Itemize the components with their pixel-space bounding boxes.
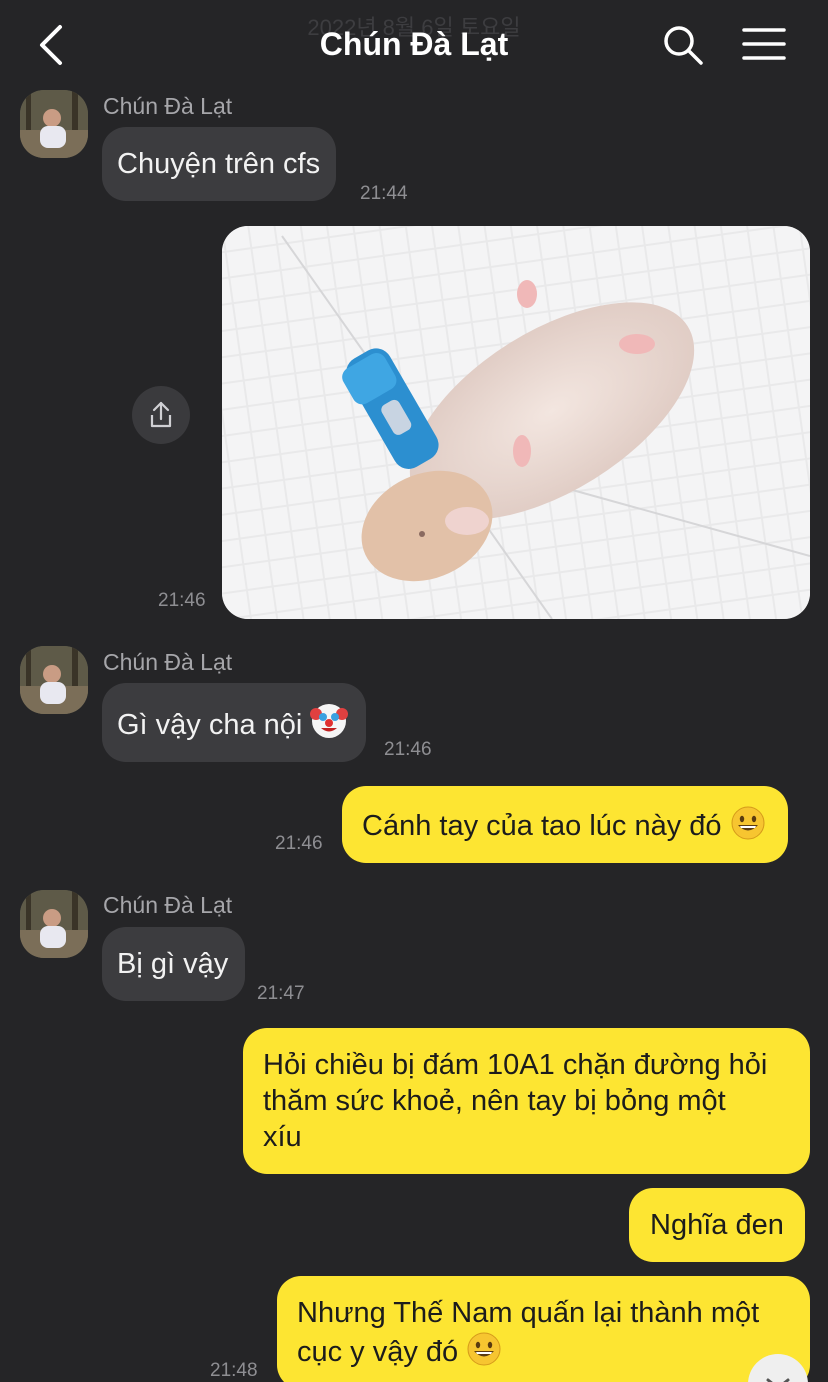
message-text: Gì vậy cha nội [117,709,303,741]
message-time: 21:44 [360,183,408,204]
message-time: 21:47 [257,983,305,1004]
incoming-message-bubble[interactable]: Chuyện trên cfs [102,127,337,201]
sender-name: Chún Đà Lạt [103,892,233,918]
avatar[interactable] [20,646,88,714]
hamster-photo [222,226,810,619]
chat-header: 2022년 8월 6일 토요일 Chún Đà Lạt [0,0,828,88]
message-text: Nghĩa đen [650,1209,784,1241]
message-line: Hỏi chiều bị đám 10A1 chặn đường hỏi [263,1049,768,1081]
scroll-to-bottom-button[interactable] [748,1354,808,1382]
message-time: 21:46 [158,590,206,611]
clown-face-emoji [310,704,349,738]
outgoing-message-bubble[interactable]: Hỏi chiều bị đám 10A1 chặn đường hỏi thă… [243,1028,810,1174]
outgoing-message-bubble[interactable]: Nhưng Thế Nam quấn lại thành một cục y v… [277,1276,810,1382]
sender-name: Chún Đà Lạt [103,649,233,675]
search-button[interactable] [662,24,704,66]
shared-photo[interactable] [222,226,810,619]
share-upload-icon [150,401,172,428]
message-line-with-emoji: cục y vậy đó [297,1331,790,1370]
message-time: 21:46 [384,739,432,760]
search-icon [664,26,703,65]
avatar-photo [20,90,88,158]
chevron-down-icon [766,1378,790,1382]
message-line: xíu [263,1121,302,1153]
message-text: Cánh tay của tao lúc này đó [362,810,722,842]
share-button[interactable] [132,386,190,444]
menu-button[interactable] [742,26,786,62]
message-time: 21:48 [210,1360,258,1381]
outgoing-message-bubble[interactable]: Cánh tay của tao lúc này đó [342,786,788,863]
avatar-photo [20,890,88,958]
avatar[interactable] [20,90,88,158]
avatar[interactable] [20,890,88,958]
message-line: Nhưng Thế Nam quấn lại thành một [297,1297,760,1329]
message-text: Bị gì vậy [117,948,229,980]
message-time: 21:46 [275,833,323,854]
incoming-message-bubble[interactable]: Gì vậy cha nội [102,683,367,762]
hamburger-menu-icon [742,28,786,60]
grinning-face-emoji [467,1332,501,1366]
message-line: thăm sức khoẻ, nên tay bị bỏng một [263,1085,726,1117]
grinning-face-emoji [731,806,765,840]
outgoing-message-bubble[interactable]: Nghĩa đen [629,1188,805,1262]
avatar-photo [20,646,88,714]
sender-name: Chún Đà Lạt [103,93,233,119]
message-text: Chuyện trên cfs [117,148,321,180]
incoming-message-bubble[interactable]: Bị gì vậy [102,927,246,1001]
message-line: cục y vậy đó [297,1336,459,1368]
